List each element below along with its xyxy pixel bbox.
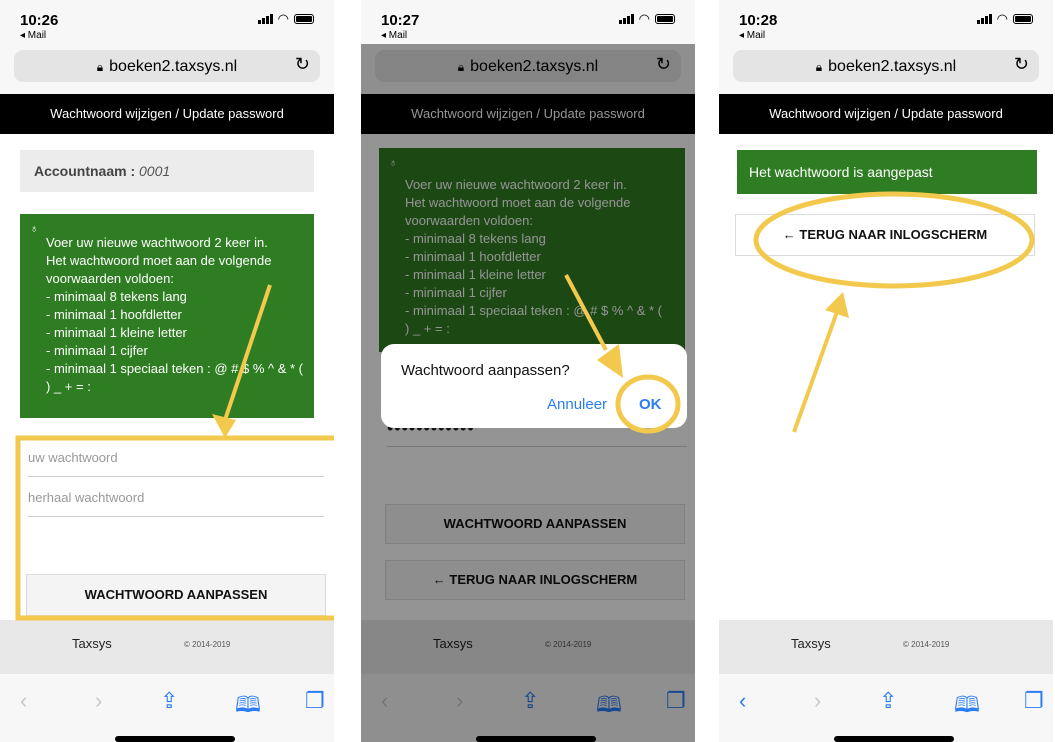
annotation-arrow — [792, 311, 839, 433]
clock: 10:27 — [381, 12, 420, 29]
safari-toolbar: ‹ › ⇪ 🕮︎ ❐ — [0, 674, 334, 742]
phone-screen-2: 10:27 ◂ Mail ◠ 🔒︎ boeken2.taxsys.nl ↻ Wac… — [361, 0, 695, 742]
share-icon[interactable]: ⇪ — [160, 688, 178, 714]
clock: 10:28 — [739, 12, 778, 29]
footer-brand: Taxsys — [72, 636, 112, 651]
wifi-icon: ◠ — [996, 11, 1008, 26]
system-icons: ◠ — [976, 11, 1033, 26]
back-to-mail-link[interactable]: ◂ Mail — [381, 30, 407, 41]
lightbulb-icon: ♁ — [30, 223, 39, 235]
account-name-box: Accountnaam : 0001 — [20, 150, 314, 192]
system-icons: ◠ — [618, 11, 675, 26]
lock-icon: 🔒︎ — [96, 60, 104, 74]
page-header: Wachtwoord wijzigen / Update password — [0, 94, 334, 134]
url-text: boeken2.taxsys.nl — [828, 58, 957, 75]
footer-copyright: © 2014-2019 — [184, 640, 231, 649]
battery-icon — [294, 14, 314, 24]
password-requirements-box: ♁ Voer uw nieuwe wachtwoord 2 keer in. H… — [20, 214, 314, 418]
phone-screen-1: 10:26 ◂ Mail ◠ 🔒︎ boeken2.taxsys.nl ↻ Wac… — [0, 0, 334, 742]
success-message: Het wachtwoord is aangepast — [737, 150, 1037, 194]
dialog-cancel-button[interactable]: Annuleer — [547, 396, 607, 413]
share-icon[interactable]: ⇪ — [879, 688, 897, 714]
annotation-arrowhead — [825, 292, 849, 318]
system-icons: ◠ — [257, 11, 314, 26]
footer-brand: Taxsys — [791, 636, 831, 651]
address-bar[interactable]: 🔒︎ boeken2.taxsys.nl ↻ — [733, 50, 1039, 82]
repeat-password-input[interactable]: herhaal wachtwoord — [28, 480, 324, 517]
page-footer: Taxsys © 2014-2019 — [719, 620, 1053, 674]
back-to-login-button[interactable]: ← TERUG NAAR INLOGSCHERM — [735, 214, 1035, 256]
url-text: boeken2.taxsys.nl — [109, 58, 238, 75]
home-indicator — [115, 736, 235, 742]
signal-icon — [257, 14, 273, 24]
page-header: Wachtwoord wijzigen / Update password — [719, 94, 1053, 134]
change-password-button[interactable]: WACHTWOORD AANPASSEN — [26, 574, 326, 616]
status-bar: 10:27 ◂ Mail ◠ — [361, 0, 695, 44]
bookmarks-icon[interactable]: 🕮︎ — [954, 688, 980, 726]
requirement-line: - minimaal 1 kleine letter — [46, 325, 187, 340]
requirement-line: - minimaal 8 tekens lang — [46, 289, 187, 304]
page-footer: Taxsys © 2014-2019 — [0, 620, 334, 674]
wifi-icon: ◠ — [638, 11, 650, 26]
back-icon[interactable]: ‹ — [20, 688, 27, 714]
back-to-mail-link[interactable]: ◂ Mail — [739, 30, 765, 41]
tabs-icon[interactable]: ❐ — [1024, 688, 1044, 714]
address-bar-area: 🔒︎ boeken2.taxsys.nl ↻ — [719, 44, 1053, 94]
requirement-line: Voer uw nieuwe wachtwoord 2 keer in. — [46, 235, 268, 250]
battery-icon — [655, 14, 675, 24]
back-to-mail-link[interactable]: ◂ Mail — [20, 30, 46, 41]
address-bar[interactable]: 🔒︎ boeken2.taxsys.nl ↻ — [14, 50, 320, 82]
tabs-icon[interactable]: ❐ — [305, 688, 325, 714]
confirm-dialog: Wachtwoord aanpassen? Annuleer OK — [381, 344, 687, 428]
phone-screen-3: 10:28 ◂ Mail ◠ 🔒︎ boeken2.taxsys.nl ↻ Wac… — [719, 0, 1053, 742]
bookmarks-icon[interactable]: 🕮︎ — [235, 688, 261, 726]
requirement-line: - minimaal 1 hoofdletter — [46, 307, 182, 322]
dialog-title: Wachtwoord aanpassen? — [401, 362, 570, 379]
requirement-line: voorwaarden voldoen: — [46, 271, 174, 286]
address-bar-area: 🔒︎ boeken2.taxsys.nl ↻ — [0, 44, 334, 94]
requirement-line: - minimaal 1 speciaal teken : @ # $ % ^ … — [46, 361, 304, 376]
signal-icon — [976, 14, 992, 24]
requirement-line: - minimaal 1 cijfer — [46, 343, 148, 358]
safari-toolbar: ‹ › ⇪ 🕮︎ ❐ — [719, 674, 1053, 742]
back-icon[interactable]: ‹ — [739, 688, 746, 714]
lock-icon: 🔒︎ — [815, 60, 823, 74]
status-bar: 10:26 ◂ Mail ◠ — [0, 0, 334, 44]
requirement-line: Het wachtwoord moet aan de volgende — [46, 253, 272, 268]
account-value: 0001 — [139, 163, 171, 179]
forward-icon[interactable]: › — [814, 688, 821, 714]
forward-icon[interactable]: › — [95, 688, 102, 714]
wifi-icon: ◠ — [277, 11, 289, 26]
reload-icon[interactable]: ↻ — [295, 54, 310, 75]
home-indicator — [834, 736, 954, 742]
dialog-ok-button[interactable]: OK — [639, 396, 662, 413]
clock: 10:26 — [20, 12, 59, 29]
password-input[interactable]: uw wachtwoord — [28, 440, 324, 477]
battery-icon — [1013, 14, 1033, 24]
status-bar: 10:28 ◂ Mail ◠ — [719, 0, 1053, 44]
signal-icon — [618, 14, 634, 24]
account-label: Accountnaam : — [34, 163, 136, 179]
reload-icon[interactable]: ↻ — [1014, 54, 1029, 75]
requirement-line: ) _ + = : — [46, 379, 91, 394]
footer-copyright: © 2014-2019 — [903, 640, 950, 649]
